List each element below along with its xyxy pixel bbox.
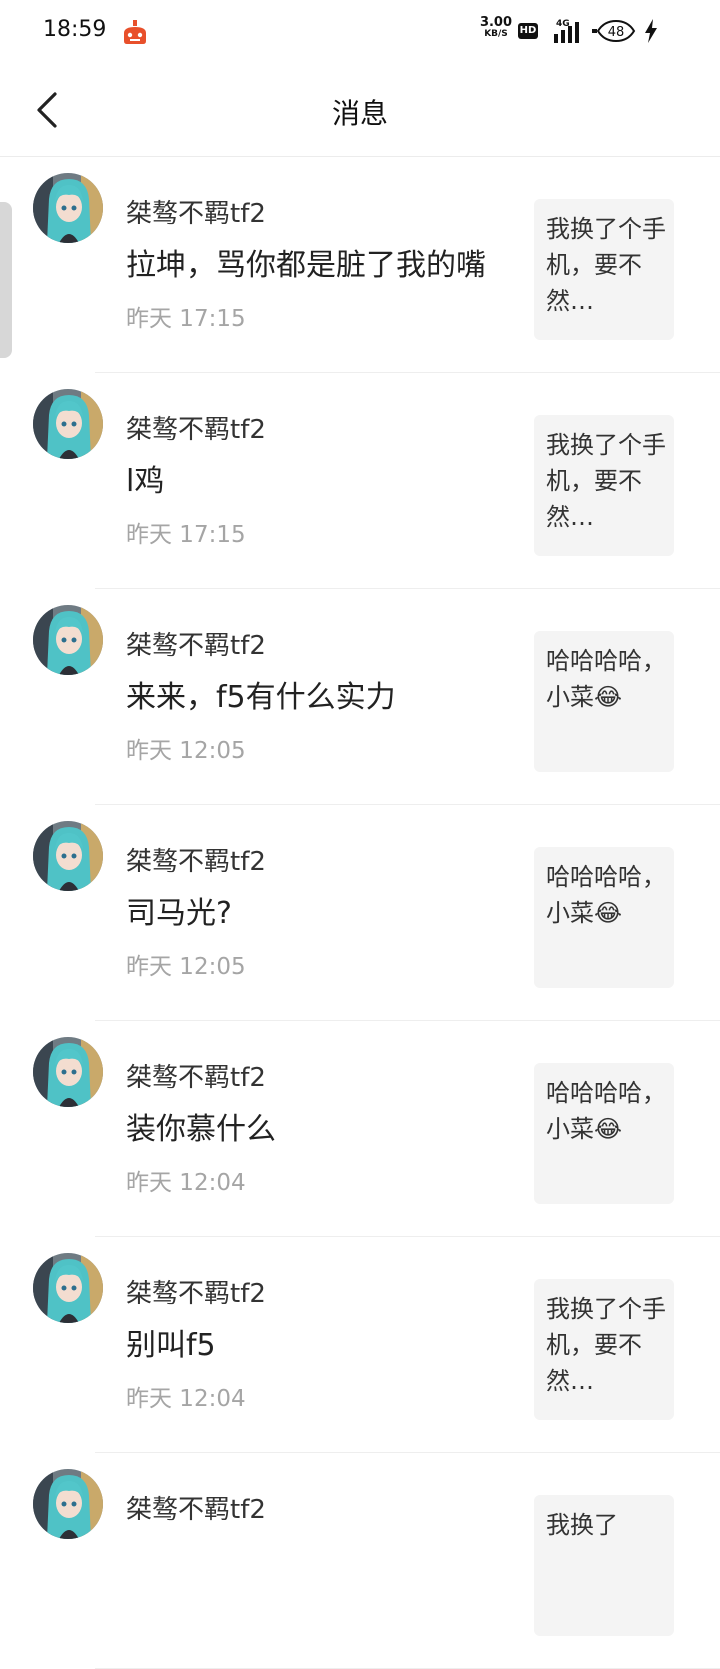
- avatar[interactable]: [33, 1253, 103, 1323]
- page-title: 消息: [331, 97, 388, 130]
- message-content: 司马光?: [126, 896, 232, 931]
- message-time: 昨天 12:04: [126, 1170, 246, 1196]
- quoted-post-text: 我换了: [546, 1511, 618, 1539]
- quoted-post[interactable]: 哈哈哈哈，小菜😂: [534, 1063, 674, 1204]
- message-content: 别叫f5: [126, 1328, 216, 1363]
- network-speed: 3.00 KB/S: [479, 15, 513, 39]
- sender-name: 桀骜不羁tf2: [126, 199, 266, 229]
- notification-app-icon: [122, 20, 148, 50]
- status-time: 18:59: [43, 17, 107, 42]
- sender-name: 桀骜不羁tf2: [126, 1063, 266, 1093]
- message-list: 桀骜不羁tf2 拉坤，骂你都是脏了我的嘴 昨天 17:15 我换了个手机，要不然…: [0, 157, 720, 1669]
- quoted-post-text: 哈哈哈哈，小菜😂: [546, 863, 666, 927]
- svg-text:4G: 4G: [556, 19, 570, 29]
- quoted-post-text: 我换了个手机，要不然…: [546, 1295, 666, 1395]
- avatar[interactable]: [33, 1469, 103, 1539]
- avatar[interactable]: [33, 389, 103, 459]
- hd-badge: HD: [518, 23, 538, 39]
- signal-icon: 4G: [552, 17, 588, 49]
- quoted-post[interactable]: 我换了个手机，要不然…: [534, 415, 674, 556]
- avatar[interactable]: [33, 1037, 103, 1107]
- sender-name: 桀骜不羁tf2: [126, 1279, 266, 1309]
- message-content: 来来，f5有什么实力: [126, 680, 396, 715]
- message-item[interactable]: 桀骜不羁tf2 来来，f5有什么实力 昨天 12:05 哈哈哈哈，小菜😂: [0, 589, 720, 805]
- quoted-post[interactable]: 我换了: [534, 1495, 674, 1636]
- status-bar: 18:59 3.00 KB/S HD 4G 48: [0, 0, 720, 64]
- message-item[interactable]: 桀骜不羁tf2 拉坤，骂你都是脏了我的嘴 昨天 17:15 我换了个手机，要不然…: [0, 157, 720, 373]
- battery-icon: 48: [592, 19, 642, 47]
- navigation-bar: 消息: [0, 64, 720, 157]
- svg-text:48: 48: [608, 25, 625, 40]
- message-content: 拉坤，骂你都是脏了我的嘴: [126, 248, 486, 283]
- quoted-post[interactable]: 我换了个手机，要不然…: [534, 199, 674, 340]
- message-item[interactable]: 桀骜不羁tf2 别叫f5 昨天 12:04 我换了个手机，要不然…: [0, 1237, 720, 1453]
- message-item[interactable]: 桀骜不羁tf2 l鸡 昨天 17:15 我换了个手机，要不然…: [0, 373, 720, 589]
- quoted-post-text: 哈哈哈哈，小菜😂: [546, 647, 666, 711]
- message-item[interactable]: 桀骜不羁tf2 我换了: [0, 1453, 720, 1669]
- avatar[interactable]: [33, 173, 103, 243]
- sender-name: 桀骜不羁tf2: [126, 631, 266, 661]
- sender-name: 桀骜不羁tf2: [126, 1495, 266, 1525]
- message-time: 昨天 12:05: [126, 738, 246, 764]
- message-item[interactable]: 桀骜不羁tf2 装你慕什么 昨天 12:04 哈哈哈哈，小菜😂: [0, 1021, 720, 1237]
- quoted-post-text: 我换了个手机，要不然…: [546, 215, 666, 315]
- message-time: 昨天 17:15: [126, 522, 246, 548]
- message-content: 装你慕什么: [126, 1112, 276, 1147]
- quoted-post[interactable]: 哈哈哈哈，小菜😂: [534, 631, 674, 772]
- quoted-post-text: 哈哈哈哈，小菜😂: [546, 1079, 666, 1143]
- quoted-post[interactable]: 我换了个手机，要不然…: [534, 1279, 674, 1420]
- message-content: l鸡: [126, 464, 165, 499]
- charging-icon: [644, 19, 658, 47]
- sender-name: 桀骜不羁tf2: [126, 847, 266, 877]
- message-item[interactable]: 桀骜不羁tf2 司马光? 昨天 12:05 哈哈哈哈，小菜😂: [0, 805, 720, 1021]
- message-time: 昨天 17:15: [126, 306, 246, 332]
- message-time: 昨天 12:04: [126, 1386, 246, 1412]
- quoted-post-text: 我换了个手机，要不然…: [546, 431, 666, 531]
- avatar[interactable]: [33, 821, 103, 891]
- quoted-post[interactable]: 哈哈哈哈，小菜😂: [534, 847, 674, 988]
- sender-name: 桀骜不羁tf2: [126, 415, 266, 445]
- message-time: 昨天 12:05: [126, 954, 246, 980]
- avatar[interactable]: [33, 605, 103, 675]
